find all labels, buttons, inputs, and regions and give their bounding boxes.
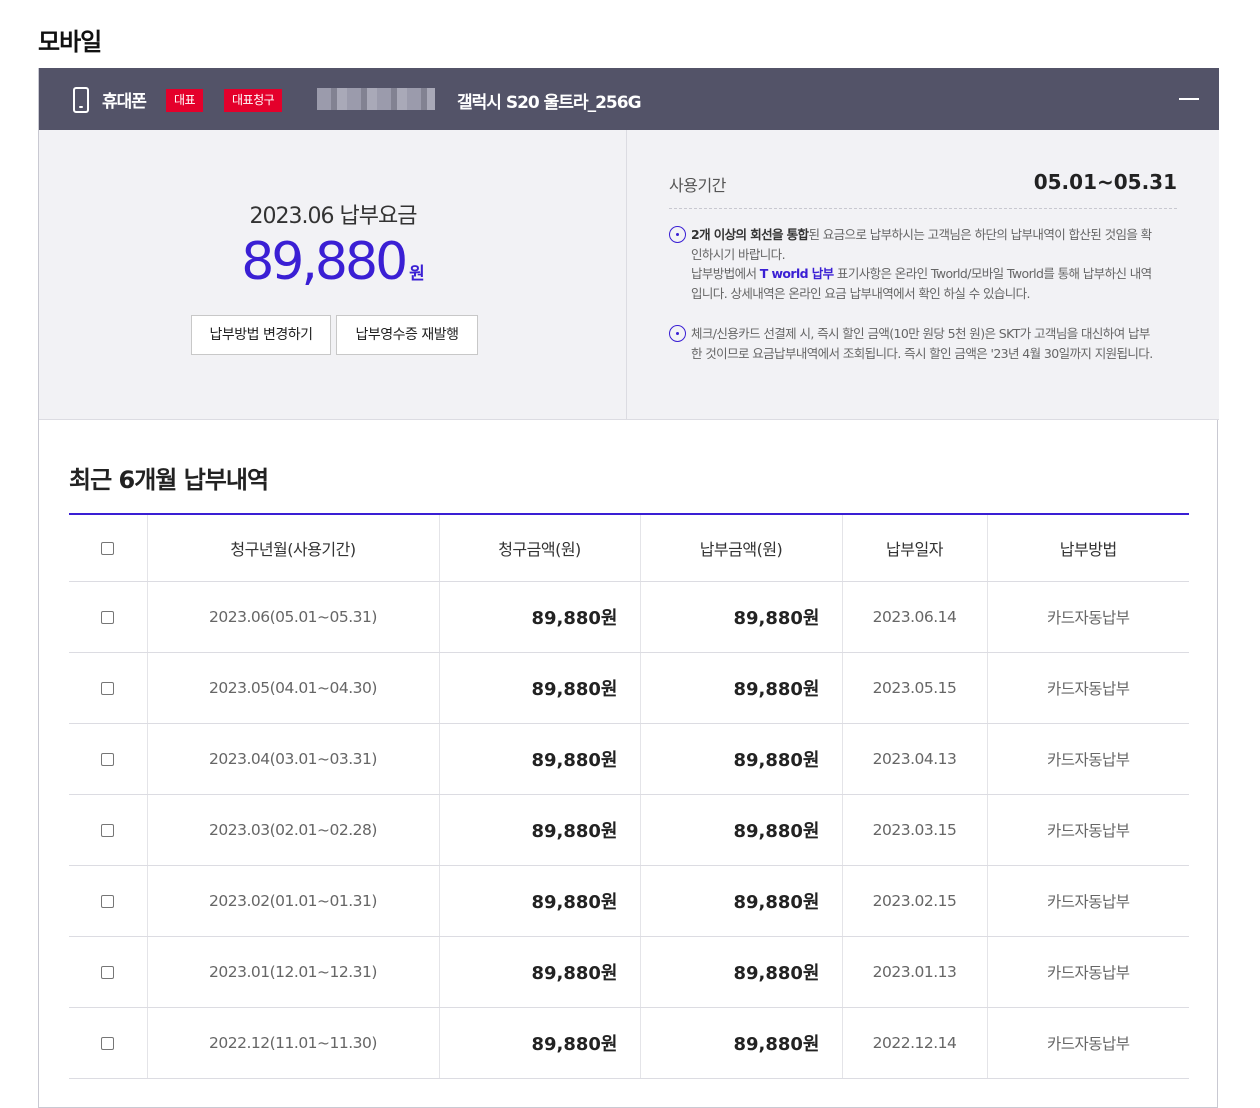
payment-date-cell: 2023.02.15	[841, 865, 987, 937]
billing-period-cell: 2023.02(01.01~01.31)	[146, 865, 439, 937]
billing-period-cell: 2023.04(03.01~03.31)	[146, 723, 439, 795]
table-header-row: 청구년월(사용기간) 청구금액(원) 납부금액(원) 납부일자 납부방법	[69, 514, 1189, 582]
row-checkbox-cell	[69, 794, 147, 866]
representative-badge: 대표	[166, 89, 204, 112]
line-header[interactable]: 휴대폰 대표 대표청구 갤럭시 S20 울트라_256G	[39, 68, 1219, 130]
device-type: 휴대폰	[102, 92, 147, 112]
history-title: 최근 6개월 납부내역	[69, 466, 269, 494]
row-checkbox-cell	[69, 723, 147, 795]
table-row: 2023.06(05.01~05.31) 89,880원 89,880원 202…	[69, 581, 1189, 653]
payment-history-table: 청구년월(사용기간) 청구금액(원) 납부금액(원) 납부일자 납부방법 202…	[69, 513, 1189, 1079]
bill-amount-wrap: 89,880 원	[39, 232, 627, 292]
select-all-checkbox[interactable]	[101, 542, 115, 556]
billing-period-cell: 2022.12(11.01~11.30)	[146, 1007, 439, 1079]
payment-date-cell: 2022.12.14	[841, 1007, 987, 1079]
paid-amount-cell: 89,880원	[639, 652, 842, 724]
payment-method-cell: 카드자동납부	[986, 794, 1189, 866]
payment-date-cell: 2023.01.13	[841, 936, 987, 1008]
row-checkbox-cell	[69, 865, 147, 937]
billed-amount-cell: 89,880원	[438, 581, 640, 653]
paid-amount-cell: 89,880원	[639, 723, 842, 795]
row-checkbox[interactable]	[101, 752, 115, 766]
payment-date-cell: 2023.05.15	[841, 652, 987, 724]
bill-summary-left: 2023.06 납부요금 89,880 원 납부방법 변경하기 납부영수증 재발행	[39, 130, 627, 420]
row-checkbox[interactable]	[101, 965, 115, 979]
device-model: 갤럭시 S20 울트라_256G	[457, 93, 642, 113]
billed-amount-cell: 89,880원	[438, 865, 640, 937]
minus-icon[interactable]	[1179, 98, 1199, 100]
table-row: 2023.03(02.01~02.28) 89,880원 89,880원 202…	[69, 794, 1189, 866]
payment-method-cell: 카드자동납부	[986, 1007, 1189, 1079]
note-text: 2개 이상의 회선을 통합된 요금으로 납부하시는 고객님은 하단의 납부내역이…	[691, 225, 1159, 264]
row-checkbox-cell	[69, 936, 147, 1008]
row-checkbox-cell	[69, 652, 147, 724]
billed-amount-cell: 89,880원	[438, 723, 640, 795]
billing-period-cell: 2023.06(05.01~05.31)	[146, 581, 439, 653]
payment-method-cell: 카드자동납부	[986, 936, 1189, 1008]
table-row: 2023.01(12.01~12.31) 89,880원 89,880원 202…	[69, 936, 1189, 1008]
column-header: 청구금액(원)	[438, 514, 640, 582]
row-checkbox[interactable]	[101, 894, 115, 908]
payment-method-cell: 카드자동납부	[986, 581, 1189, 653]
billed-amount-cell: 89,880원	[438, 652, 640, 724]
representative-billing-badge: 대표청구	[224, 89, 283, 112]
column-header: 청구년월(사용기간)	[146, 514, 439, 582]
select-all-cell	[69, 514, 147, 582]
billed-amount-cell: 89,880원	[438, 936, 640, 1008]
payment-date-cell: 2023.04.13	[841, 723, 987, 795]
info-circle-icon	[669, 325, 686, 342]
column-header: 납부방법	[986, 514, 1189, 582]
table-row: 2022.12(11.01~11.30) 89,880원 89,880원 202…	[69, 1007, 1189, 1079]
billed-amount-cell: 89,880원	[438, 794, 640, 866]
note-text: 체크/신용카드 선결제 시, 즉시 할인 금액(10만 원당 5천 원)은 SK…	[691, 326, 1153, 361]
billing-period-cell: 2023.05(04.01~04.30)	[146, 652, 439, 724]
note-strong: 2개 이상의 회선을 통합	[691, 227, 809, 242]
page-title: 모바일	[38, 28, 102, 56]
billing-period-cell: 2023.01(12.01~12.31)	[146, 936, 439, 1008]
payment-method-cell: 카드자동납부	[986, 652, 1189, 724]
divider	[669, 208, 1177, 209]
billing-period-cell: 2023.03(02.01~02.28)	[146, 794, 439, 866]
row-checkbox[interactable]	[101, 1036, 115, 1050]
bill-amount: 89,880	[241, 232, 408, 292]
masked-phone-number	[317, 88, 435, 110]
info-circle-icon	[669, 226, 686, 243]
usage-period-label: 사용기간	[669, 176, 726, 195]
note-text: 납부방법에서 T world 납부 표기사항은 온라인 Tworld/모바일 T…	[691, 264, 1159, 303]
usage-period-value: 05.01~05.31	[1033, 170, 1177, 194]
table-row: 2023.05(04.01~04.30) 89,880원 89,880원 202…	[69, 652, 1189, 724]
reissue-receipt-button[interactable]: 납부영수증 재발행	[336, 315, 478, 355]
row-checkbox[interactable]	[101, 610, 115, 624]
paid-amount-cell: 89,880원	[639, 865, 842, 937]
payment-method-cell: 카드자동납부	[986, 865, 1189, 937]
column-header: 납부일자	[841, 514, 987, 582]
row-checkbox-cell	[69, 581, 147, 653]
payment-method-cell: 카드자동납부	[986, 723, 1189, 795]
bill-month: 2023.06 납부요금	[249, 204, 418, 229]
row-checkbox-cell	[69, 1007, 147, 1079]
change-payment-method-button[interactable]: 납부방법 변경하기	[191, 315, 331, 355]
table-row: 2023.04(03.01~03.31) 89,880원 89,880원 202…	[69, 723, 1189, 795]
note-item: 체크/신용카드 선결제 시, 즉시 할인 금액(10만 원당 5천 원)은 SK…	[669, 324, 1159, 363]
row-checkbox[interactable]	[101, 681, 115, 695]
row-checkbox[interactable]	[101, 823, 115, 837]
note-item: 2개 이상의 회선을 통합된 요금으로 납부하시는 고객님은 하단의 납부내역이…	[669, 225, 1159, 303]
tworld-payment-highlight: T world 납부	[759, 266, 834, 281]
paid-amount-cell: 89,880원	[639, 581, 842, 653]
mobile-line-card: 휴대폰 대표 대표청구 갤럭시 S20 울트라_256G 2023.06 납부요…	[38, 68, 1219, 1108]
payment-date-cell: 2023.06.14	[841, 581, 987, 653]
table-row: 2023.02(01.01~01.31) 89,880원 89,880원 202…	[69, 865, 1189, 937]
note-text-part: 납부방법에서	[691, 266, 760, 281]
payment-date-cell: 2023.03.15	[841, 794, 987, 866]
paid-amount-cell: 89,880원	[639, 936, 842, 1008]
paid-amount-cell: 89,880원	[639, 1007, 842, 1079]
bill-summary: 2023.06 납부요금 89,880 원 납부방법 변경하기 납부영수증 재발행…	[39, 130, 1219, 420]
column-header: 납부금액(원)	[639, 514, 842, 582]
bill-amount-unit: 원	[409, 264, 425, 284]
paid-amount-cell: 89,880원	[639, 794, 842, 866]
billed-amount-cell: 89,880원	[438, 1007, 640, 1079]
smartphone-icon	[73, 87, 89, 113]
